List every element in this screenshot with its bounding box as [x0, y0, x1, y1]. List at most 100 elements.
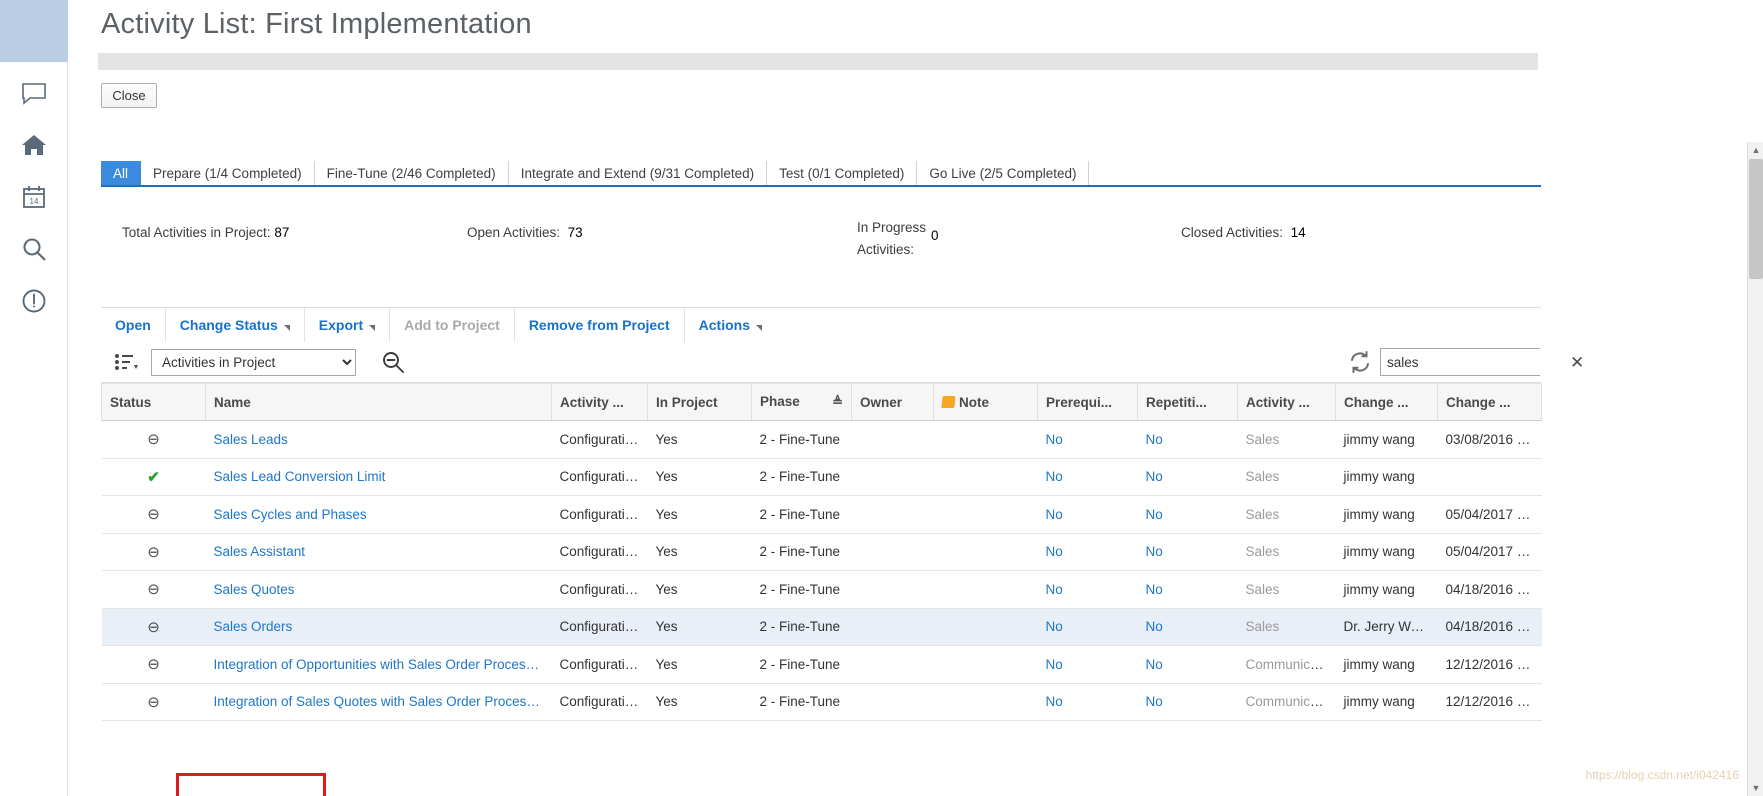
cell-changed-by: jimmy wang: [1336, 421, 1438, 459]
close-button[interactable]: Close: [101, 83, 157, 108]
chat-icon[interactable]: [17, 76, 51, 110]
col-activity-type[interactable]: Activity ...: [552, 384, 648, 421]
repetitive-link[interactable]: No: [1146, 582, 1163, 597]
cell-prerequisite[interactable]: No: [1038, 496, 1138, 534]
prerequisite-link[interactable]: No: [1046, 582, 1063, 597]
prerequisite-link[interactable]: No: [1046, 619, 1063, 634]
repetitive-link[interactable]: No: [1146, 657, 1163, 672]
cell-name[interactable]: Sales Cycles and Phases: [206, 496, 552, 534]
cell-prerequisite[interactable]: No: [1038, 421, 1138, 459]
repetitive-link[interactable]: No: [1146, 469, 1163, 484]
prerequisite-link[interactable]: No: [1046, 507, 1063, 522]
activity-name-link[interactable]: Integration of Sales Quotes with Sales O…: [214, 694, 540, 709]
col-status[interactable]: Status: [102, 384, 206, 421]
activity-name-link[interactable]: Sales Assistant: [214, 544, 306, 559]
activity-name-link[interactable]: Sales Lead Conversion Limit: [214, 469, 386, 484]
repetitive-link[interactable]: No: [1146, 544, 1163, 559]
table-row[interactable]: ✔Sales Lead Conversion LimitConfiguratio…: [102, 458, 1542, 496]
table-row[interactable]: ⊖Sales QuotesConfigurationYes2 - Fine-Tu…: [102, 571, 1542, 609]
activity-name-link[interactable]: Integration of Opportunities with Sales …: [214, 657, 540, 672]
cell-repetitive[interactable]: No: [1138, 496, 1238, 534]
cell-prerequisite[interactable]: No: [1038, 646, 1138, 684]
tab-go-live[interactable]: Go Live (2/5 Completed): [917, 161, 1089, 185]
cell-status: ⊖: [102, 533, 206, 571]
actions-menu[interactable]: Actions: [685, 308, 776, 342]
cell-repetitive[interactable]: No: [1138, 571, 1238, 609]
cell-owner: [852, 571, 934, 609]
table-row[interactable]: ⊖Sales AssistantConfigurationYes2 - Fine…: [102, 533, 1542, 571]
cell-owner: [852, 683, 934, 721]
cell-prerequisite[interactable]: No: [1038, 458, 1138, 496]
cell-repetitive[interactable]: No: [1138, 608, 1238, 646]
clear-search-icon[interactable]: ✕: [1570, 349, 1584, 375]
cell-name[interactable]: Sales Assistant: [206, 533, 552, 571]
change-status-menu[interactable]: Change Status: [166, 308, 305, 342]
prerequisite-link[interactable]: No: [1046, 657, 1063, 672]
prerequisite-link[interactable]: No: [1046, 432, 1063, 447]
cell-name[interactable]: Sales Lead Conversion Limit: [206, 458, 552, 496]
tab-fine-tune[interactable]: Fine-Tune (2/46 Completed): [315, 161, 509, 185]
cell-name[interactable]: Integration of Sales Quotes with Sales O…: [206, 683, 552, 721]
table-row[interactable]: ⊖Integration of Opportunities with Sales…: [102, 646, 1542, 684]
home-icon[interactable]: [17, 128, 51, 162]
cell-prerequisite[interactable]: No: [1038, 533, 1138, 571]
table-row[interactable]: ⊖Sales Cycles and PhasesConfigurationYes…: [102, 496, 1542, 534]
search-field[interactable]: ✕: [1380, 348, 1540, 376]
col-repetitive[interactable]: Repetiti...: [1138, 384, 1238, 421]
search-icon[interactable]: [17, 232, 51, 266]
activity-name-link[interactable]: Sales Cycles and Phases: [214, 507, 367, 522]
col-prerequisite[interactable]: Prerequi...: [1038, 384, 1138, 421]
tab-all[interactable]: All: [101, 161, 141, 185]
sort-settings-icon[interactable]: [113, 352, 139, 372]
table-row[interactable]: ⊖Sales OrdersConfigurationYes2 - Fine-Tu…: [102, 608, 1542, 646]
scrollbar-thumb[interactable]: [1749, 159, 1763, 279]
search-input[interactable]: [1381, 349, 1570, 375]
refresh-icon[interactable]: [1348, 350, 1372, 374]
cell-repetitive[interactable]: No: [1138, 683, 1238, 721]
cell-repetitive[interactable]: No: [1138, 421, 1238, 459]
col-changed-on[interactable]: Change ...: [1438, 384, 1542, 421]
tab-test[interactable]: Test (0/1 Completed): [767, 161, 917, 185]
cell-repetitive[interactable]: No: [1138, 533, 1238, 571]
prerequisite-link[interactable]: No: [1046, 469, 1063, 484]
col-changed-by[interactable]: Change ...: [1336, 384, 1438, 421]
cell-prerequisite[interactable]: No: [1038, 571, 1138, 609]
scroll-up-arrow-icon[interactable]: ▲: [1748, 142, 1763, 158]
open-button[interactable]: Open: [101, 308, 166, 342]
repetitive-link[interactable]: No: [1146, 432, 1163, 447]
table-row[interactable]: ⊖Sales LeadsConfigurationYes2 - Fine-Tun…: [102, 421, 1542, 459]
calendar-icon[interactable]: 14: [17, 180, 51, 214]
col-in-project[interactable]: In Project: [648, 384, 752, 421]
cell-name[interactable]: Sales Leads: [206, 421, 552, 459]
cell-name[interactable]: Sales Quotes: [206, 571, 552, 609]
cell-repetitive[interactable]: No: [1138, 458, 1238, 496]
prerequisite-link[interactable]: No: [1046, 694, 1063, 709]
cell-repetitive[interactable]: No: [1138, 646, 1238, 684]
repetitive-link[interactable]: No: [1146, 507, 1163, 522]
alert-icon[interactable]: [17, 284, 51, 318]
cell-prerequisite[interactable]: No: [1038, 608, 1138, 646]
tab-prepare[interactable]: Prepare (1/4 Completed): [141, 161, 315, 185]
scroll-down-arrow-icon[interactable]: ▼: [1748, 780, 1763, 796]
col-activity-area[interactable]: Activity ...: [1238, 384, 1336, 421]
cell-name[interactable]: Sales Orders: [206, 608, 552, 646]
activity-name-link[interactable]: Sales Quotes: [214, 582, 295, 597]
col-note[interactable]: Note: [934, 384, 1038, 421]
col-name[interactable]: Name: [206, 384, 552, 421]
tab-integrate-and-extend[interactable]: Integrate and Extend (9/31 Completed): [509, 161, 767, 185]
vertical-scrollbar[interactable]: ▲ ▼: [1747, 142, 1763, 796]
export-menu[interactable]: Export: [305, 308, 390, 342]
repetitive-link[interactable]: No: [1146, 694, 1163, 709]
zoom-out-icon[interactable]: [381, 350, 405, 374]
cell-prerequisite[interactable]: No: [1038, 683, 1138, 721]
cell-name[interactable]: Integration of Opportunities with Sales …: [206, 646, 552, 684]
col-phase[interactable]: Phase ≜: [752, 384, 852, 421]
prerequisite-link[interactable]: No: [1046, 544, 1063, 559]
table-row[interactable]: ⊖Integration of Sales Quotes with Sales …: [102, 683, 1542, 721]
col-owner[interactable]: Owner: [852, 384, 934, 421]
view-select[interactable]: Activities in Project: [151, 349, 356, 376]
activity-name-link[interactable]: Sales Orders: [214, 619, 293, 634]
activity-name-link[interactable]: Sales Leads: [214, 432, 288, 447]
repetitive-link[interactable]: No: [1146, 619, 1163, 634]
remove-from-project-button[interactable]: Remove from Project: [515, 308, 685, 342]
